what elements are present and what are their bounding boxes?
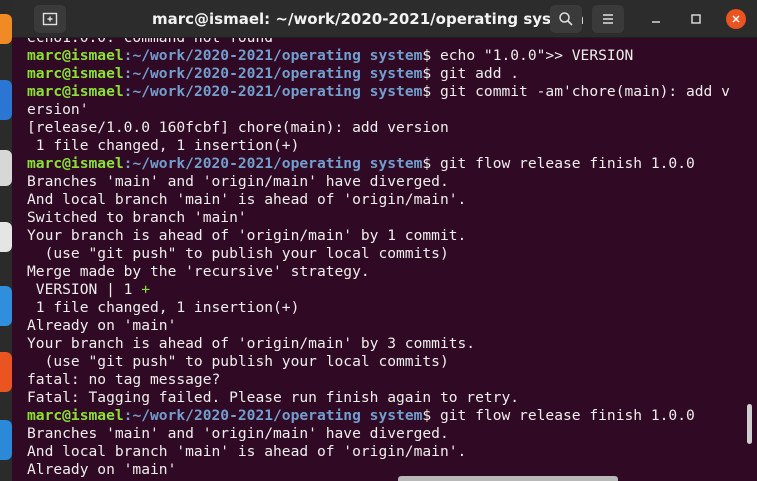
window-title: marc@ismael: ~/work/2020-2021/operating … — [152, 10, 584, 28]
terminal-output-line: Merge made by the 'recursive' strategy. — [27, 263, 730, 281]
prompt-path: :~/work/2020-2021/operating system — [123, 155, 423, 172]
terminal-output-line: VERSION | 1 + — [27, 281, 730, 299]
prompt-user-host: marc@ismael — [27, 65, 124, 82]
prompt-command: git add . — [431, 65, 520, 82]
output-text: (use "git push" to publish your local co… — [27, 353, 449, 370]
notification-popup-edge — [398, 476, 618, 481]
terminal-scrollbar[interactable] — [743, 38, 757, 481]
output-text: Branches 'main' and 'origin/main' have d… — [27, 173, 449, 190]
output-text: 1 file changed, 1 insertion(+) — [27, 299, 300, 316]
terminal-output-line: ersion' — [27, 101, 730, 119]
scrollbar-thumb[interactable] — [747, 404, 752, 444]
prompt-symbol: $ — [422, 83, 432, 100]
output-text: And local branch 'main' is ahead of 'ori… — [27, 443, 467, 460]
dock — [0, 0, 12, 481]
terminal-output-line: Already on 'main' — [27, 461, 730, 479]
close-button[interactable] — [726, 9, 746, 29]
terminal-prompt-line: marc@ismael:~/work/2020-2021/operating s… — [27, 65, 730, 83]
terminal-prompt-line: marc@ismael:~/work/2020-2021/operating s… — [27, 47, 730, 65]
firefox-icon[interactable] — [0, 14, 12, 44]
window-titlebar[interactable]: marc@ismael: ~/work/2020-2021/operating … — [12, 0, 757, 38]
prompt-user-host: marc@ismael — [27, 83, 124, 100]
output-text: Fatal: Tagging failed. Please run finish… — [27, 389, 520, 406]
prompt-command: git flow release finish 1.0.0 — [431, 155, 695, 172]
prompt-path: :~/work/2020-2021/operating system — [123, 83, 423, 100]
terminal-output-line: Switched to branch 'main' — [27, 209, 730, 227]
prompt-user-host: marc@ismael — [27, 407, 124, 424]
prompt-path: :~/work/2020-2021/operating system — [123, 407, 423, 424]
prompt-symbol: $ — [422, 47, 432, 64]
thunderbird-icon[interactable] — [0, 80, 12, 120]
prompt-command: echo "1.0.0">> VERSION — [431, 47, 634, 64]
terminal-prompt-line: marc@ismael:~/work/2020-2021/operating s… — [27, 407, 730, 425]
software-center-icon[interactable] — [0, 352, 12, 392]
output-text: (use "git push" to publish your local co… — [27, 245, 449, 262]
prompt-path: :~/work/2020-2021/operating system — [123, 47, 423, 64]
new-tab-icon — [42, 12, 58, 26]
prompt-symbol: $ — [422, 155, 432, 172]
files-icon[interactable] — [0, 150, 12, 186]
output-text: Already on 'main' — [27, 461, 177, 478]
terminal-output-line: (use "git push" to publish your local co… — [27, 245, 730, 263]
maximize-button[interactable] — [687, 10, 705, 28]
diffstat-text: VERSION | 1 — [27, 281, 142, 298]
output-text: Merge made by the 'recursive' strategy. — [27, 263, 370, 280]
prompt-path: :~/work/2020-2021/operating system — [123, 65, 423, 82]
help-icon[interactable] — [0, 420, 12, 460]
rhythmbox-icon[interactable] — [0, 222, 12, 252]
output-text: Already on 'main' — [27, 317, 177, 334]
terminal-lines: echo1.0.0: command not foundmarc@ismael:… — [27, 38, 730, 479]
minimize-button[interactable] — [647, 10, 665, 28]
prompt-command: git flow release finish 1.0.0 — [431, 407, 695, 424]
terminal-output-line: Fatal: Tagging failed. Please run finish… — [27, 389, 730, 407]
new-tab-button[interactable] — [34, 5, 66, 33]
output-text: Your branch is ahead of 'origin/main' by… — [27, 227, 467, 244]
terminal-output-line: And local branch 'main' is ahead of 'ori… — [27, 443, 730, 461]
menu-button[interactable] — [592, 5, 624, 33]
terminal-prompt-line: marc@ismael:~/work/2020-2021/operating s… — [27, 155, 730, 173]
close-icon — [732, 15, 740, 23]
output-text: Branches 'main' and 'origin/main' have d… — [27, 425, 449, 442]
prompt-symbol: $ — [422, 65, 432, 82]
output-text: [release/1.0.0 160fcbf] chore(main): add… — [27, 119, 449, 136]
terminal-output-line: Your branch is ahead of 'origin/main' by… — [27, 227, 730, 245]
maximize-icon — [691, 14, 701, 24]
terminal-output-line: echo1.0.0: command not found — [27, 38, 730, 47]
terminal-output-line: 1 file changed, 1 insertion(+) — [27, 299, 730, 317]
minimize-icon — [652, 21, 660, 23]
output-text: ersion' — [27, 101, 89, 118]
terminal-output-line: (use "git push" to publish your local co… — [27, 353, 730, 371]
hamburger-menu-icon — [603, 14, 613, 24]
output-text: And local branch 'main' is ahead of 'ori… — [27, 191, 467, 208]
terminal-output-line: [release/1.0.0 160fcbf] chore(main): add… — [27, 119, 730, 137]
prompt-user-host: marc@ismael — [27, 155, 124, 172]
prompt-user-host: marc@ismael — [27, 47, 124, 64]
terminal-output-line: 1 file changed, 1 insertion(+) — [27, 137, 730, 155]
search-button[interactable] — [550, 5, 582, 33]
terminal-output-line: Branches 'main' and 'origin/main' have d… — [27, 425, 730, 443]
output-text: echo1.0.0: command not found — [27, 38, 273, 46]
prompt-symbol: $ — [422, 407, 432, 424]
output-text: fatal: no tag message? — [27, 371, 221, 388]
terminal-output-line: And local branch 'main' is ahead of 'ori… — [27, 191, 730, 209]
terminal-output-line: fatal: no tag message? — [27, 371, 730, 389]
terminal-output[interactable]: echo1.0.0: command not foundmarc@ismael:… — [22, 38, 743, 481]
libreoffice-writer-icon[interactable] — [0, 286, 12, 326]
output-text: Switched to branch 'main' — [27, 209, 247, 226]
search-icon — [559, 12, 573, 26]
terminal-prompt-line: marc@ismael:~/work/2020-2021/operating s… — [27, 83, 730, 101]
terminal-output-line: Already on 'main' — [27, 317, 730, 335]
terminal-output-line: Your branch is ahead of 'origin/main' by… — [27, 335, 730, 353]
output-text: 1 file changed, 1 insertion(+) — [27, 137, 300, 154]
prompt-command: git commit -am'chore(main): add v — [431, 83, 730, 100]
diffstat-plus: + — [141, 281, 151, 298]
terminal-output-line: Branches 'main' and 'origin/main' have d… — [27, 173, 730, 191]
output-text: Your branch is ahead of 'origin/main' by… — [27, 335, 476, 352]
